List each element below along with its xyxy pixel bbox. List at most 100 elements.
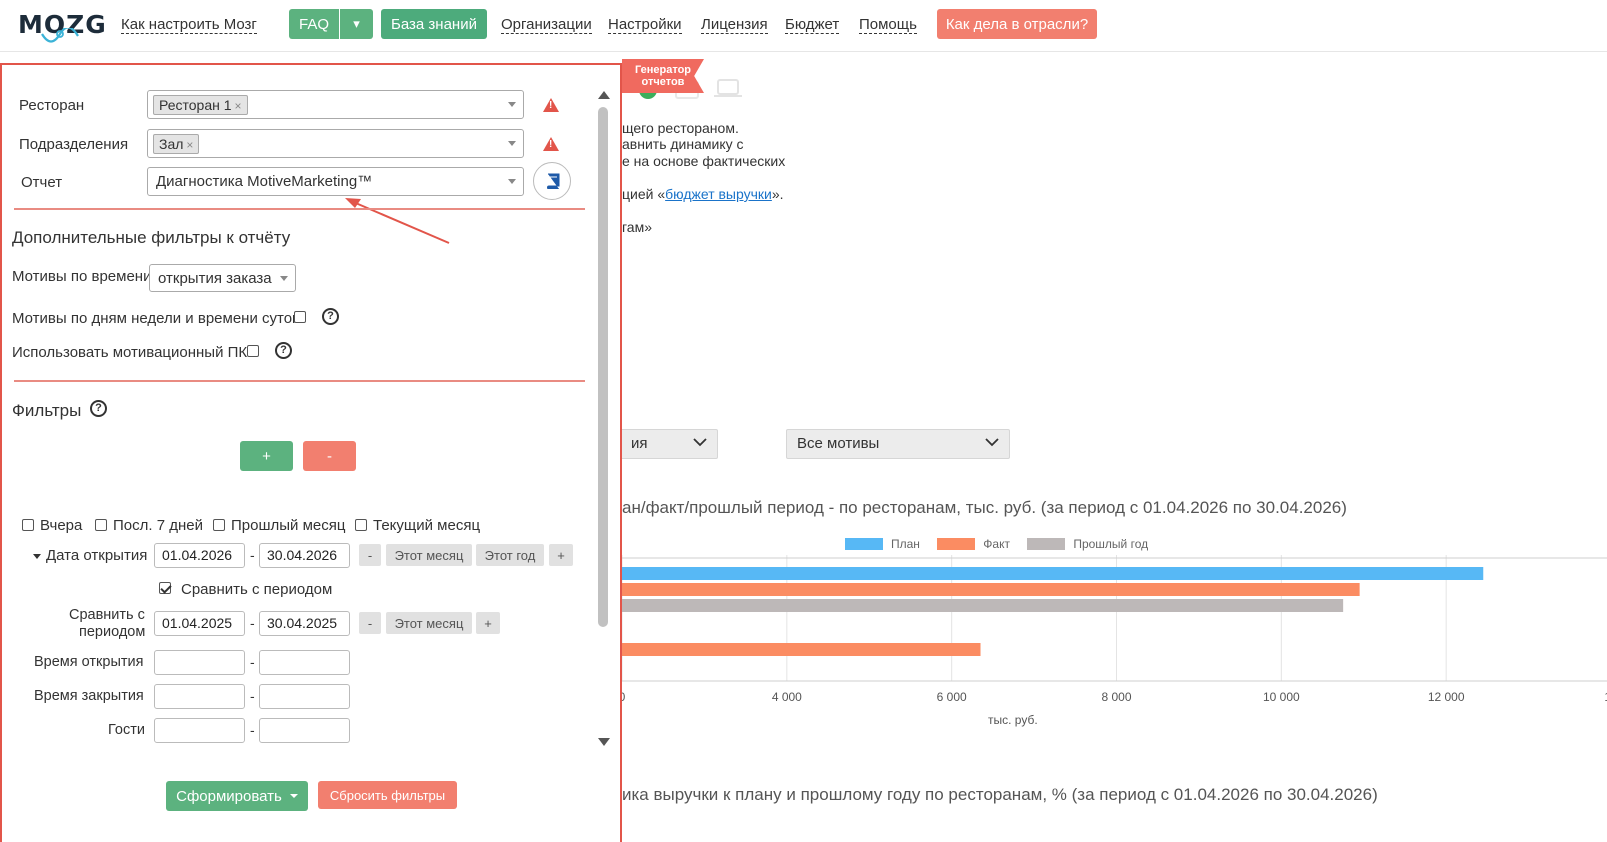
collapse-caret-icon[interactable] — [33, 554, 41, 559]
bar[interactable] — [600, 599, 1344, 612]
help-icon[interactable]: ? — [90, 400, 107, 417]
compare-to-input[interactable]: 30.04.2025 — [259, 611, 350, 636]
current-month-checkbox[interactable] — [355, 519, 367, 531]
logo-swirl-icon — [41, 28, 79, 43]
guests-from-input[interactable] — [154, 718, 245, 743]
range-dash: - — [250, 688, 255, 704]
legend-item-last-year[interactable]: Прошлый год — [1027, 537, 1148, 551]
bar[interactable] — [600, 567, 1484, 580]
chevron-down-icon — [985, 435, 999, 450]
compare-plus-button[interactable]: + — [476, 612, 500, 634]
remove-tag-icon[interactable]: × — [235, 99, 242, 113]
open-date-this-month-button[interactable]: Этот месяц — [386, 544, 472, 566]
motive-time-select[interactable]: открытия заказа — [149, 264, 296, 292]
restaurant-select[interactable]: Ресторан 1 × — [147, 90, 524, 119]
reset-filters-button[interactable]: Сбросить фильтры — [318, 781, 457, 809]
warning-icon-glyph: ! — [549, 100, 553, 111]
last-7-days-checkbox[interactable] — [95, 519, 107, 531]
compare-minus-button[interactable]: - — [359, 612, 381, 634]
compare-this-month-button[interactable]: Этот месяц — [386, 612, 472, 634]
nav-help[interactable]: Помощь — [859, 16, 917, 34]
division-tag[interactable]: Зал × — [153, 134, 200, 154]
scroll-up-arrow-icon[interactable] — [598, 91, 610, 99]
yesterday-label: Вчера — [40, 517, 83, 534]
legend-swatch — [845, 538, 883, 550]
report-manual-button[interactable] — [533, 162, 571, 200]
scroll-down-arrow-icon[interactable] — [598, 738, 610, 746]
division-select[interactable]: Зал × — [147, 129, 524, 158]
open-date-from-input[interactable]: 01.04.2026 — [154, 543, 245, 568]
legend-item-plan[interactable]: План — [845, 537, 920, 551]
last-7-days-label: Посл. 7 дней — [113, 517, 203, 534]
help-icon[interactable]: ? — [275, 342, 292, 359]
division-tag-text: Зал — [159, 136, 184, 152]
close-time-to-input[interactable] — [259, 684, 350, 709]
generate-button[interactable]: Сформировать — [166, 781, 308, 811]
x-tick-label: 8 000 — [1101, 690, 1131, 704]
budget-revenue-link[interactable]: бюджет выручки — [665, 186, 772, 202]
legend-label: Прошлый год — [1073, 537, 1149, 551]
faq-dropdown-toggle[interactable]: ▾ — [340, 9, 373, 39]
compare-from-input[interactable]: 01.04.2025 — [154, 611, 245, 636]
industry-button[interactable]: Как дела в отрасли? — [937, 9, 1097, 39]
chart2-title: ика выручки к плану и прошлому году по р… — [622, 785, 1378, 804]
add-filter-button[interactable]: + — [240, 441, 293, 471]
extra-filters-title: Дополнительные фильтры к отчёту — [12, 228, 291, 247]
remove-tag-icon[interactable]: × — [186, 138, 193, 152]
open-date-minus-button[interactable]: - — [359, 544, 381, 566]
warning-icon: ! — [543, 98, 559, 112]
open-time-to-input[interactable] — [259, 650, 350, 675]
open-date-to-input[interactable]: 30.04.2026 — [259, 543, 350, 568]
nav-settings[interactable]: Настройки — [608, 16, 682, 34]
bg-desc-line-2: авнить динамику с — [622, 136, 744, 152]
motivation-pc-checkbox[interactable] — [247, 345, 259, 357]
close-time-from-input[interactable] — [154, 684, 245, 709]
scrollbar-thumb[interactable] — [598, 107, 608, 627]
legend-label: Факт — [983, 537, 1010, 551]
knowledge-base-button[interactable]: База знаний — [381, 9, 487, 39]
range-dash: - — [250, 615, 255, 631]
chart1-title: ан/факт/прошлый период - по ресторанам, … — [622, 498, 1347, 517]
legend-item-fact[interactable]: Факт — [937, 537, 1010, 551]
bg-desc-line-3: е на основе фактических — [622, 153, 786, 169]
range-dash: - — [250, 547, 255, 563]
help-icon[interactable]: ? — [322, 308, 339, 325]
generate-button-label: Сформировать — [176, 787, 282, 805]
legend-label: План — [891, 537, 920, 551]
compare-label-line2: периодом — [79, 624, 146, 640]
bg-motives-select[interactable]: Все мотивы — [786, 429, 1010, 459]
bg-gam-line: гам» — [622, 219, 652, 235]
open-time-label: Время открытия — [34, 654, 144, 670]
nav-organizations[interactable]: Организации — [501, 16, 592, 34]
bar[interactable] — [600, 583, 1360, 596]
report-select[interactable]: Диагностика MotiveMarketing™ — [147, 167, 524, 196]
filters-title: Фильтры — [12, 401, 82, 420]
last-month-checkbox[interactable] — [213, 519, 225, 531]
warning-icon-glyph: ! — [549, 139, 553, 150]
faq-button[interactable]: FAQ — [289, 9, 339, 39]
last-month-label: Прошлый месяц — [231, 517, 346, 534]
nav-budget[interactable]: Бюджет — [785, 16, 840, 34]
chevron-down-icon — [693, 435, 707, 450]
remove-filter-button[interactable]: - — [303, 441, 356, 471]
revenue-bar-chart: 04 0006 0008 00010 00012 00014 — [600, 555, 1607, 704]
guests-to-input[interactable] — [259, 718, 350, 743]
chart-x-axis-label: тыс. руб. — [988, 713, 1038, 727]
yesterday-checkbox[interactable] — [22, 519, 34, 531]
motive-days-checkbox[interactable] — [294, 311, 306, 323]
nav-how-to-configure[interactable]: Как настроить Мозг — [121, 16, 257, 34]
open-date-plus-button[interactable]: + — [549, 544, 573, 566]
open-date-label: Дата открытия — [46, 547, 148, 564]
legend-swatch — [937, 538, 976, 550]
book-icon — [547, 173, 560, 189]
open-time-from-input[interactable] — [154, 650, 245, 675]
caret-down-icon — [508, 179, 516, 184]
compare-period-checkbox[interactable] — [159, 582, 171, 594]
open-date-this-year-button[interactable]: Этот год — [476, 544, 544, 566]
bar[interactable] — [600, 643, 981, 656]
range-dash: - — [250, 722, 255, 738]
caret-down-icon — [289, 794, 298, 798]
nav-license[interactable]: Лицензия — [701, 16, 768, 34]
restaurant-tag[interactable]: Ресторан 1 × — [153, 95, 248, 115]
x-tick-label: 4 000 — [772, 690, 802, 704]
